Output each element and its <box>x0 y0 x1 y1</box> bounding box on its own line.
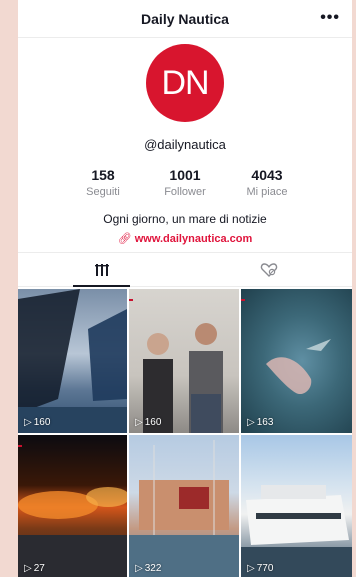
website-link[interactable]: 🔗︎ www.dailynautica.com <box>18 232 352 245</box>
link-icon: 🔗︎ <box>117 233 132 245</box>
yacht-image <box>241 485 352 577</box>
view-count-value: 160 <box>33 417 51 428</box>
stat-followers[interactable]: 1001 Follower <box>144 167 226 198</box>
video-thumbnail[interactable]: ▷ 163 <box>241 289 352 433</box>
view-count-value: 27 <box>33 563 45 574</box>
interview-image <box>143 323 223 433</box>
view-count-value: 160 <box>144 417 162 428</box>
stat-value: 158 <box>91 167 115 183</box>
view-count: ▷ 163 <box>247 417 273 428</box>
stat-label: Mi piace <box>246 186 288 198</box>
play-icon: ▷ <box>247 417 255 428</box>
avatar-text: DN <box>161 63 209 102</box>
stat-value: 4043 <box>251 167 283 183</box>
video-thumbnail[interactable]: ▷ 322 <box>129 435 239 577</box>
video-thumbnail[interactable]: ▷ 27 <box>18 435 127 577</box>
profile-title: Daily Nautica <box>141 10 229 27</box>
profile-tabs <box>18 252 352 287</box>
sailboat-image <box>18 289 127 433</box>
top-bar: Daily Nautica ••• <box>18 0 352 38</box>
video-thumbnail[interactable]: ▷ 160 <box>18 289 127 433</box>
play-icon: ▷ <box>135 563 143 574</box>
play-icon: ▷ <box>247 563 255 574</box>
profile-screen: Daily Nautica ••• DN @dailynautica 158 S… <box>18 0 352 577</box>
liked-heart-icon <box>260 262 277 277</box>
play-icon: ▷ <box>24 563 32 574</box>
tab-liked[interactable] <box>185 253 352 286</box>
profile-bio: Ogni giorno, un mare di notizie <box>103 212 267 226</box>
harbor-image <box>129 440 239 577</box>
grid-icon <box>94 263 109 276</box>
stat-following[interactable]: 158 Seguiti <box>62 167 144 198</box>
view-count-value: 770 <box>256 563 274 574</box>
view-count-value: 163 <box>256 417 274 428</box>
view-count: ▷ 160 <box>135 417 161 428</box>
stat-label: Seguiti <box>86 186 120 198</box>
view-count: ▷ 770 <box>247 563 273 574</box>
view-count: ▷ 160 <box>24 417 50 428</box>
profile-stats: 158 Seguiti 1001 Follower 4043 Mi piace <box>18 167 352 198</box>
fire-image <box>18 487 127 577</box>
play-icon: ▷ <box>24 417 32 428</box>
video-grid: ▷ 160 ▷ 160 ▷ 163 ▷ 27 ▷ 322 ▷ 770 <box>18 289 352 577</box>
video-thumbnail[interactable]: ▷ 160 <box>129 289 239 433</box>
whale-image <box>266 339 331 395</box>
stat-value: 1001 <box>169 167 201 183</box>
play-icon: ▷ <box>135 417 143 428</box>
stat-label: Follower <box>164 186 206 198</box>
view-count: ▷ 322 <box>135 563 161 574</box>
tab-videos[interactable] <box>18 253 185 287</box>
view-count: ▷ 27 <box>24 563 45 574</box>
username-handle: @dailynautica <box>144 137 226 152</box>
stat-likes[interactable]: 4043 Mi piace <box>226 167 308 198</box>
view-count-value: 322 <box>144 563 162 574</box>
website-link-text[interactable]: www.dailynautica.com <box>135 233 253 245</box>
avatar[interactable]: DN <box>146 44 224 122</box>
video-thumbnail[interactable]: ▷ 770 <box>241 435 352 577</box>
more-options-icon[interactable]: ••• <box>320 9 340 27</box>
